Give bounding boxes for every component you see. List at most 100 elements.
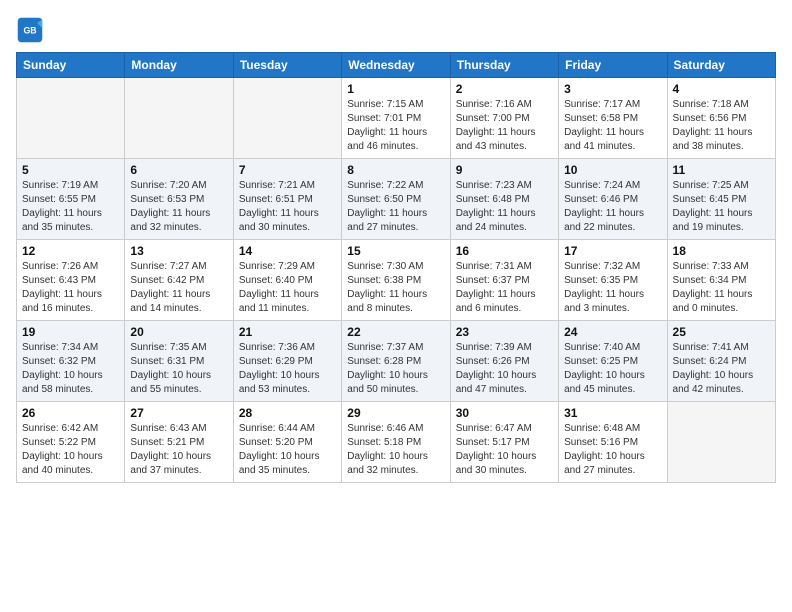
day-number: 16 bbox=[456, 244, 553, 258]
calendar-cell bbox=[667, 402, 775, 483]
day-number: 17 bbox=[564, 244, 661, 258]
day-number: 3 bbox=[564, 82, 661, 96]
calendar-cell: 10 Sunrise: 7:24 AMSunset: 6:46 PMDayligh… bbox=[559, 159, 667, 240]
day-info: Sunrise: 7:19 AMSunset: 6:55 PMDaylight:… bbox=[22, 179, 119, 235]
calendar-week-row: 19Sunrise: 7:34 AMSunset: 6:32 PMDayligh… bbox=[17, 321, 776, 402]
day-info: Sunrise: 7:40 AMSunset: 6:25 PMDaylight:… bbox=[564, 341, 661, 397]
day-info: Sunrise: 7:29 AMSunset: 6:40 PMDaylight:… bbox=[239, 260, 336, 316]
day-number: 10 bbox=[564, 163, 661, 177]
calendar-cell: 5Sunrise: 7:19 AMSunset: 6:55 PMDaylight… bbox=[17, 159, 125, 240]
calendar-cell: 11Sunrise: 7:25 AMSunset: 6:45 PMDayligh… bbox=[667, 159, 775, 240]
day-info: Sunrise: 7:20 AMSunset: 6:53 PMDaylight:… bbox=[130, 179, 227, 235]
day-number: 29 bbox=[347, 406, 444, 420]
calendar-cell: 23 Sunrise: 7:39 AMSunset: 6:26 PMDayligh… bbox=[450, 321, 558, 402]
calendar-cell: 8Sunrise: 7:22 AMSunset: 6:50 PMDaylight… bbox=[342, 159, 450, 240]
day-number: 24 bbox=[564, 325, 661, 339]
day-info: Sunrise: 7:34 AMSunset: 6:32 PMDaylight:… bbox=[22, 341, 119, 397]
day-info: Sunrise: 7:17 AMSunset: 6:58 PMDaylight:… bbox=[564, 98, 661, 154]
calendar-cell: 14 Sunrise: 7:29 AMSunset: 6:40 PMDayligh… bbox=[233, 240, 341, 321]
day-info: Sunrise: 6:47 AMSunset: 5:17 PMDaylight:… bbox=[456, 422, 553, 478]
calendar-cell: 30 Sunrise: 6:47 AMSunset: 5:17 PMDayligh… bbox=[450, 402, 558, 483]
calendar-cell: 13Sunrise: 7:27 AMSunset: 6:42 PMDayligh… bbox=[125, 240, 233, 321]
day-number: 25 bbox=[673, 325, 770, 339]
calendar-cell: 17 Sunrise: 7:32 AMSunset: 6:35 PMDayligh… bbox=[559, 240, 667, 321]
day-info: Sunrise: 6:43 AMSunset: 5:21 PMDaylight:… bbox=[130, 422, 227, 478]
calendar-cell: 18 Sunrise: 7:33 AMSunset: 6:34 PMDayligh… bbox=[667, 240, 775, 321]
calendar-cell: 27 Sunrise: 6:43 AMSunset: 5:21 PMDayligh… bbox=[125, 402, 233, 483]
day-number: 21 bbox=[239, 325, 336, 339]
day-info: Sunrise: 7:39 AMSunset: 6:26 PMDaylight:… bbox=[456, 341, 553, 397]
day-info: Sunrise: 7:26 AMSunset: 6:43 PMDaylight:… bbox=[22, 260, 119, 316]
calendar-header-row: SundayMondayTuesdayWednesdayThursdayFrid… bbox=[17, 53, 776, 78]
day-info: Sunrise: 7:16 AMSunset: 7:00 PMDaylight:… bbox=[456, 98, 553, 154]
calendar-cell bbox=[233, 78, 341, 159]
day-number: 12 bbox=[22, 244, 119, 258]
day-number: 30 bbox=[456, 406, 553, 420]
calendar-cell: 21 Sunrise: 7:36 AMSunset: 6:29 PMDayligh… bbox=[233, 321, 341, 402]
day-info: Sunrise: 7:37 AMSunset: 6:28 PMDaylight:… bbox=[347, 341, 444, 397]
day-info: Sunrise: 7:41 AMSunset: 6:24 PMDaylight:… bbox=[673, 341, 770, 397]
day-number: 13 bbox=[130, 244, 227, 258]
day-number: 27 bbox=[130, 406, 227, 420]
day-number: 26 bbox=[22, 406, 119, 420]
column-header-monday: Monday bbox=[125, 53, 233, 78]
day-number: 9 bbox=[456, 163, 553, 177]
calendar-cell: 25 Sunrise: 7:41 AMSunset: 6:24 PMDayligh… bbox=[667, 321, 775, 402]
day-info: Sunrise: 7:33 AMSunset: 6:34 PMDaylight:… bbox=[673, 260, 770, 316]
day-info: Sunrise: 6:48 AMSunset: 5:16 PMDaylight:… bbox=[564, 422, 661, 478]
logo: GB bbox=[16, 16, 48, 44]
calendar-cell: 16 Sunrise: 7:31 AMSunset: 6:37 PMDayligh… bbox=[450, 240, 558, 321]
day-number: 22 bbox=[347, 325, 444, 339]
page-header: GB bbox=[16, 16, 776, 44]
calendar-week-row: 26 Sunrise: 6:42 AMSunset: 5:22 PMDayligh… bbox=[17, 402, 776, 483]
calendar-cell bbox=[125, 78, 233, 159]
calendar-cell: 26 Sunrise: 6:42 AMSunset: 5:22 PMDayligh… bbox=[17, 402, 125, 483]
day-number: 18 bbox=[673, 244, 770, 258]
day-info: Sunrise: 7:30 AMSunset: 6:38 PMDaylight:… bbox=[347, 260, 444, 316]
day-info: Sunrise: 6:46 AMSunset: 5:18 PMDaylight:… bbox=[347, 422, 444, 478]
day-info: Sunrise: 7:24 AMSunset: 6:46 PMDaylight:… bbox=[564, 179, 661, 235]
svg-text:GB: GB bbox=[23, 26, 36, 36]
day-number: 1 bbox=[347, 82, 444, 96]
calendar-cell: 29 Sunrise: 6:46 AMSunset: 5:18 PMDayligh… bbox=[342, 402, 450, 483]
day-number: 28 bbox=[239, 406, 336, 420]
column-header-tuesday: Tuesday bbox=[233, 53, 341, 78]
day-info: Sunrise: 6:44 AMSunset: 5:20 PMDaylight:… bbox=[239, 422, 336, 478]
day-number: 8 bbox=[347, 163, 444, 177]
logo-icon: GB bbox=[16, 16, 44, 44]
calendar-cell: 19Sunrise: 7:34 AMSunset: 6:32 PMDayligh… bbox=[17, 321, 125, 402]
day-info: Sunrise: 6:42 AMSunset: 5:22 PMDaylight:… bbox=[22, 422, 119, 478]
calendar-cell: 22 Sunrise: 7:37 AMSunset: 6:28 PMDayligh… bbox=[342, 321, 450, 402]
calendar-cell: 28 Sunrise: 6:44 AMSunset: 5:20 PMDayligh… bbox=[233, 402, 341, 483]
day-number: 23 bbox=[456, 325, 553, 339]
calendar-cell: 12 Sunrise: 7:26 AMSunset: 6:43 PMDayligh… bbox=[17, 240, 125, 321]
calendar-week-row: 5Sunrise: 7:19 AMSunset: 6:55 PMDaylight… bbox=[17, 159, 776, 240]
day-info: Sunrise: 7:32 AMSunset: 6:35 PMDaylight:… bbox=[564, 260, 661, 316]
calendar-cell: 7Sunrise: 7:21 AMSunset: 6:51 PMDaylight… bbox=[233, 159, 341, 240]
column-header-wednesday: Wednesday bbox=[342, 53, 450, 78]
day-number: 4 bbox=[673, 82, 770, 96]
day-number: 7 bbox=[239, 163, 336, 177]
calendar-cell bbox=[17, 78, 125, 159]
day-number: 20 bbox=[130, 325, 227, 339]
calendar-cell: 15Sunrise: 7:30 AMSunset: 6:38 PMDayligh… bbox=[342, 240, 450, 321]
calendar-cell: 20Sunrise: 7:35 AMSunset: 6:31 PMDayligh… bbox=[125, 321, 233, 402]
day-number: 6 bbox=[130, 163, 227, 177]
day-number: 14 bbox=[239, 244, 336, 258]
calendar-week-row: 12 Sunrise: 7:26 AMSunset: 6:43 PMDayligh… bbox=[17, 240, 776, 321]
day-info: Sunrise: 7:15 AMSunset: 7:01 PMDaylight:… bbox=[347, 98, 444, 154]
day-info: Sunrise: 7:23 AMSunset: 6:48 PMDaylight:… bbox=[456, 179, 553, 235]
day-info: Sunrise: 7:36 AMSunset: 6:29 PMDaylight:… bbox=[239, 341, 336, 397]
day-number: 2 bbox=[456, 82, 553, 96]
calendar: SundayMondayTuesdayWednesdayThursdayFrid… bbox=[16, 52, 776, 483]
day-number: 31 bbox=[564, 406, 661, 420]
column-header-sunday: Sunday bbox=[17, 53, 125, 78]
day-info: Sunrise: 7:25 AMSunset: 6:45 PMDaylight:… bbox=[673, 179, 770, 235]
calendar-cell: 24 Sunrise: 7:40 AMSunset: 6:25 PMDayligh… bbox=[559, 321, 667, 402]
calendar-cell: 31 Sunrise: 6:48 AMSunset: 5:16 PMDayligh… bbox=[559, 402, 667, 483]
day-info: Sunrise: 7:18 AMSunset: 6:56 PMDaylight:… bbox=[673, 98, 770, 154]
column-header-friday: Friday bbox=[559, 53, 667, 78]
day-info: Sunrise: 7:31 AMSunset: 6:37 PMDaylight:… bbox=[456, 260, 553, 316]
calendar-cell: 6 Sunrise: 7:20 AMSunset: 6:53 PMDaylight… bbox=[125, 159, 233, 240]
calendar-cell: 2 Sunrise: 7:16 AMSunset: 7:00 PMDaylight… bbox=[450, 78, 558, 159]
